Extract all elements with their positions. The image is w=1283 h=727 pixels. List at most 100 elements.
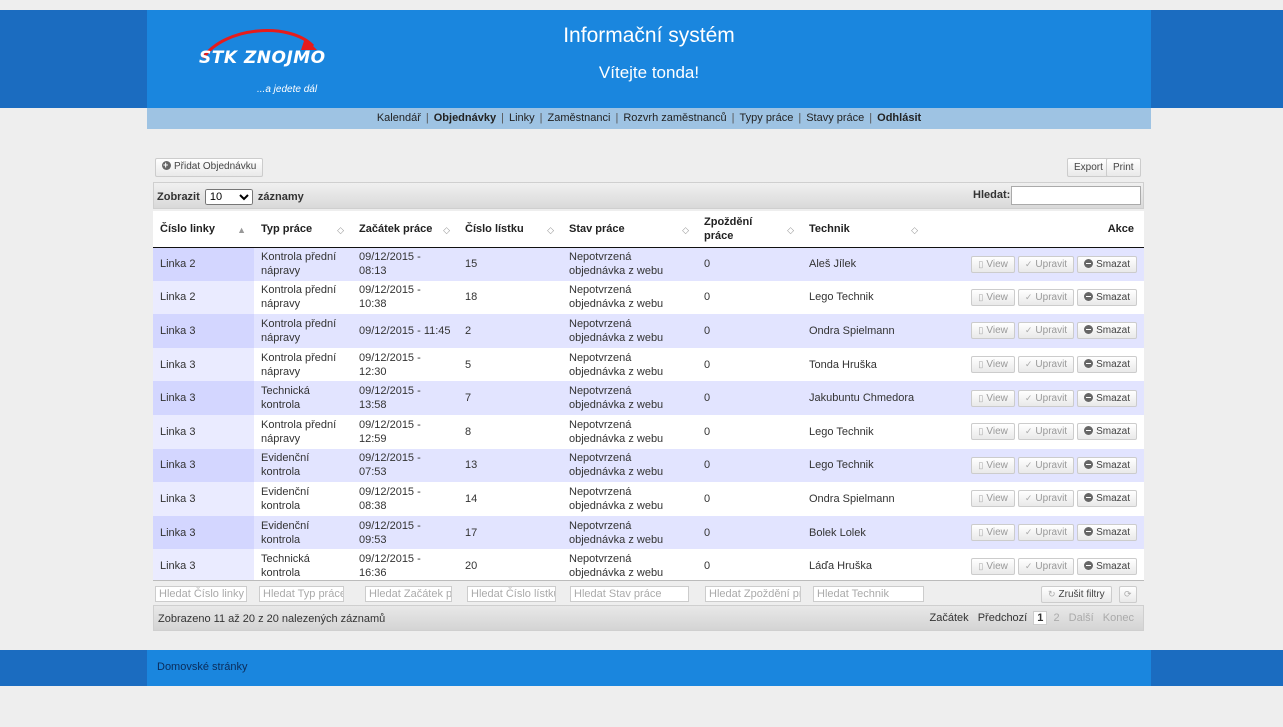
table-cell: 18: [458, 280, 562, 315]
delete-label: Smazat: [1096, 493, 1130, 505]
table-cell: Aleš Jílek: [802, 247, 926, 281]
table-cell: 09/12/2015 - 09:53: [352, 515, 458, 550]
delete-button[interactable]: Smazat: [1077, 423, 1137, 441]
edit-label: Upravit: [1035, 493, 1068, 505]
column-header-stav-prace[interactable]: Stav práce ◇: [562, 211, 697, 248]
column-header-typ-prace[interactable]: Typ práce ◇: [254, 211, 352, 248]
table-row: Linka 3 Technická kontrola 09/12/2015 - 16…: [153, 549, 1144, 583]
table-cell: Nepotvrzená objednávka z webu: [562, 414, 697, 449]
edit-button[interactable]: ✓ Upravit: [1017, 389, 1075, 407]
filter-zacatek-prace[interactable]: Hledat Začátek práce: [365, 586, 452, 602]
add-order-button[interactable]: Přidat Objednávku: [155, 157, 264, 177]
column-label: Zpoždění práce: [704, 215, 753, 242]
table-cell: 0: [697, 381, 802, 415]
nav-item-rozvrh[interactable]: Rozvrh zaměstnanců: [623, 112, 726, 124]
table-cell: 5: [458, 347, 562, 382]
view-button[interactable]: ▯ View: [971, 524, 1015, 542]
clear-filters-button[interactable]: ↻ Zrušit filtry: [1041, 586, 1112, 603]
nav-item-stavy-prace[interactable]: Stavy práce: [806, 112, 864, 124]
delete-button[interactable]: Smazat: [1077, 255, 1137, 273]
delete-button[interactable]: Smazat: [1077, 288, 1137, 306]
table-cell: 09/12/2015 - 10:38: [352, 280, 458, 315]
edit-label: Upravit: [1035, 426, 1068, 438]
view-button[interactable]: ▯ View: [971, 456, 1015, 474]
pager-page-1[interactable]: 1: [1033, 611, 1048, 625]
column-label: Stav práce: [569, 222, 625, 235]
column-header-cislo-linky[interactable]: Číslo linky ▲: [153, 211, 254, 248]
edit-button[interactable]: ✓ Upravit: [1017, 456, 1075, 474]
refresh-button[interactable]: ⟳: [1119, 586, 1137, 603]
pager-last[interactable]: Konec: [1100, 611, 1137, 625]
edit-label: Upravit: [1035, 459, 1068, 471]
table-cell: Ondra Spielmann: [802, 482, 926, 516]
footer-home-link[interactable]: Domovské stránky: [157, 661, 247, 673]
pager-page-2[interactable]: 2: [1050, 611, 1062, 625]
pager-next[interactable]: Další: [1066, 611, 1097, 625]
document-icon: ▯: [978, 426, 984, 437]
edit-label: Upravit: [1035, 291, 1068, 303]
filter-typ-prace[interactable]: Hledat Typ práce: [259, 586, 344, 602]
edit-button[interactable]: ✓ Upravit: [1017, 524, 1075, 542]
table-cell: Kontrola přední nápravy: [254, 280, 352, 315]
filter-stav-prace[interactable]: Hledat Stav práce: [570, 586, 689, 602]
print-button[interactable]: Print: [1106, 158, 1141, 177]
edit-button[interactable]: ✓ Upravit: [1017, 356, 1075, 374]
logo-tagline: ...a jedete dál: [257, 84, 318, 95]
pager-prev[interactable]: Předchozí: [975, 611, 1031, 625]
view-label: View: [986, 392, 1008, 404]
nav-item-linky[interactable]: Linky: [509, 112, 535, 124]
table-cell: 09/12/2015 - 11:45: [352, 314, 458, 348]
nav-item-odhlasit[interactable]: Odhlásit: [877, 112, 921, 124]
nav-item-typy-prace[interactable]: Typy práce: [740, 112, 794, 124]
edit-button[interactable]: ✓ Upravit: [1017, 490, 1075, 508]
row-actions: ▯ View ✓ Upravit Smazat: [926, 448, 1144, 483]
export-button[interactable]: Export: [1067, 158, 1110, 177]
delete-button[interactable]: Smazat: [1077, 524, 1137, 542]
view-button[interactable]: ▯ View: [971, 322, 1015, 340]
view-button[interactable]: ▯ View: [971, 423, 1015, 441]
view-button[interactable]: ▯ View: [971, 255, 1015, 273]
view-button[interactable]: ▯ View: [971, 356, 1015, 374]
nav-separator: |: [798, 112, 802, 124]
filter-zpozdeni-prace[interactable]: Hledat Zpoždění práce: [705, 586, 801, 602]
view-button[interactable]: ▯ View: [971, 557, 1015, 575]
minus-circle-icon: [1084, 493, 1094, 503]
page-length-select[interactable]: 10: [204, 189, 253, 205]
nav-item-kalendar[interactable]: Kalendář: [377, 112, 421, 124]
nav-item-zamestnanci[interactable]: Zaměstnanci: [548, 112, 611, 124]
delete-button[interactable]: Smazat: [1077, 557, 1137, 575]
filter-cislo-listku[interactable]: Hledat Číslo lístku: [467, 586, 556, 602]
edit-button[interactable]: ✓ Upravit: [1017, 423, 1075, 441]
edit-label: Upravit: [1035, 359, 1068, 371]
edit-button[interactable]: ✓ Upravit: [1017, 322, 1075, 340]
search-input[interactable]: [1011, 186, 1141, 205]
filter-technik[interactable]: Hledat Technik: [813, 586, 924, 602]
edit-button[interactable]: ✓ Upravit: [1017, 288, 1075, 306]
delete-button[interactable]: Smazat: [1077, 456, 1137, 474]
column-label: Typ práce: [261, 222, 313, 235]
delete-label: Smazat: [1096, 560, 1130, 572]
column-header-cislo-listku[interactable]: Číslo lístku ◇: [458, 211, 562, 248]
column-header-zpozdeni-prace[interactable]: Zpoždění práce ◇: [697, 211, 802, 248]
delete-button[interactable]: Smazat: [1077, 356, 1137, 374]
edit-button[interactable]: ✓ Upravit: [1017, 557, 1075, 575]
view-button[interactable]: ▯ View: [971, 288, 1015, 306]
edit-button[interactable]: ✓ Upravit: [1017, 255, 1075, 273]
view-button[interactable]: ▯ View: [971, 490, 1015, 508]
table-info-bar: Zobrazeno 11 až 20 z 20 nalezených zázna…: [153, 605, 1144, 631]
nav-separator: |: [425, 112, 429, 124]
view-button[interactable]: ▯ View: [971, 389, 1015, 407]
table-cell: Nepotvrzená objednávka z webu: [562, 482, 697, 516]
delete-button[interactable]: Smazat: [1077, 490, 1137, 508]
pager-first[interactable]: Začátek: [927, 611, 972, 625]
main-nav: Kalendář | Objednávky | Linky | Zaměstnanci | Ro…: [147, 108, 1151, 129]
column-header-zacatek-prace[interactable]: Začátek práce ◇: [352, 211, 458, 248]
nav-item-objednavky[interactable]: Objednávky: [434, 112, 496, 124]
delete-button[interactable]: Smazat: [1077, 322, 1137, 340]
row-actions: ▯ View ✓ Upravit Smazat: [926, 482, 1144, 516]
table-cell: 0: [697, 414, 802, 449]
filter-cislo-linky[interactable]: Hledat Číslo linky: [155, 586, 247, 602]
delete-button[interactable]: Smazat: [1077, 389, 1137, 407]
column-header-technik[interactable]: Technik ◇: [802, 211, 926, 248]
pencil-icon: ✓: [1024, 426, 1033, 437]
